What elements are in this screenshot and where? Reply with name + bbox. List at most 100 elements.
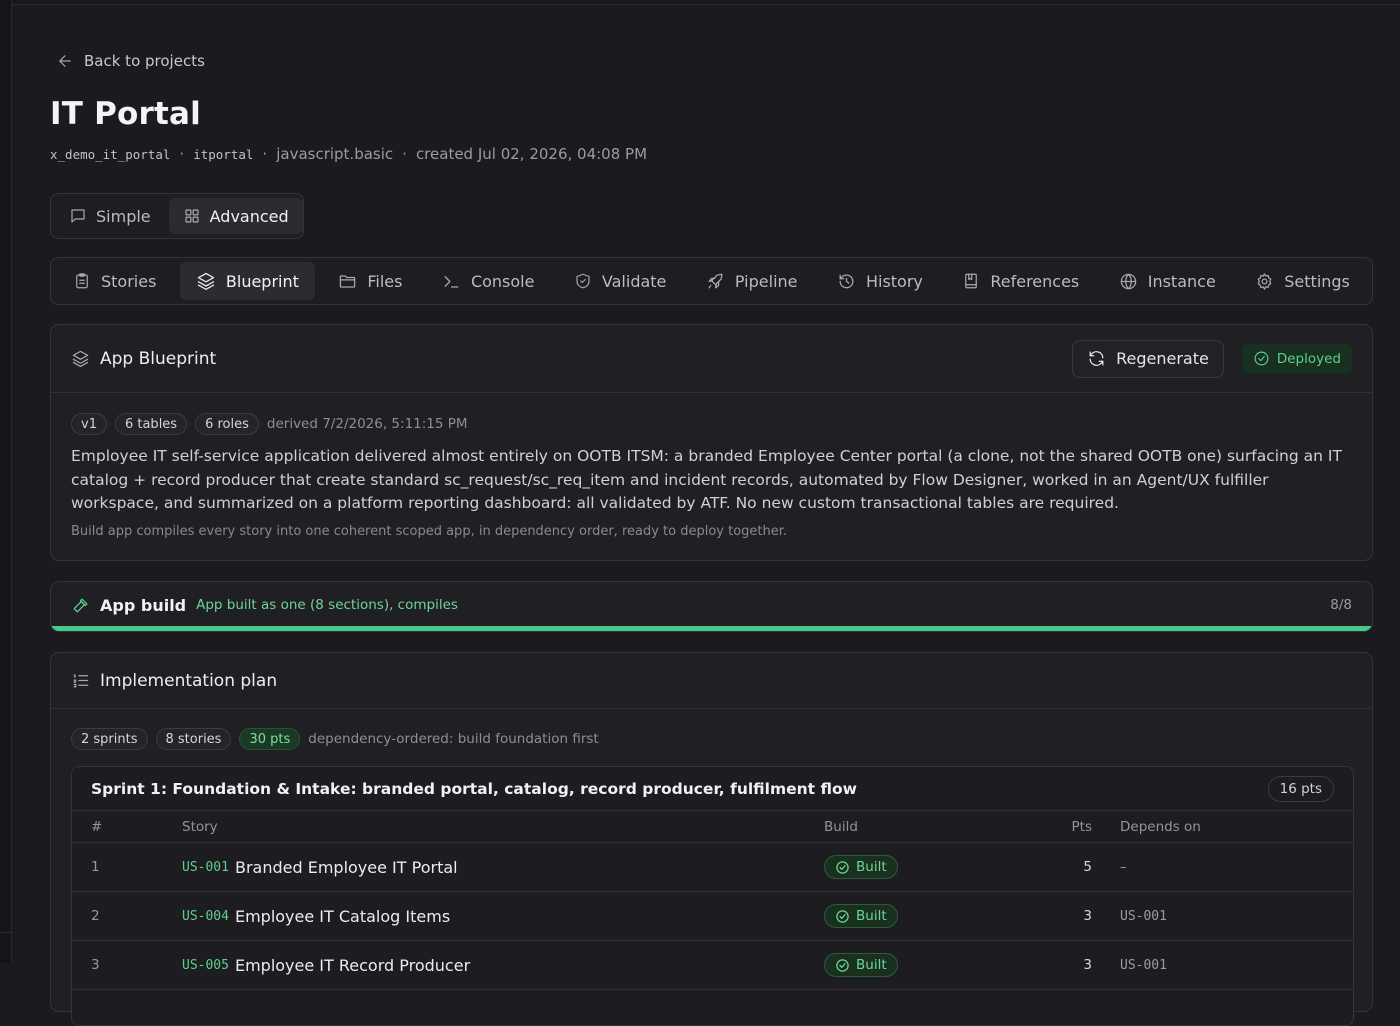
plan-header: Implementation plan	[51, 653, 1372, 709]
derived-timestamp: derived 7/2/2026, 5:11:15 PM	[266, 416, 468, 432]
column-header-build: Build	[824, 818, 858, 835]
blueprint-header: App Blueprint Regenerate Deployed	[51, 325, 1372, 393]
blueprint-stats: v1 6 tables 6 roles derived 7/2/2026, 5:…	[71, 413, 468, 435]
story-id[interactable]: US-001	[182, 860, 229, 875]
plan-stats: 2 sprints 8 stories 30 pts dependency-or…	[71, 728, 599, 750]
tables-badge: 6 tables	[114, 413, 188, 435]
clipboard-icon	[76, 273, 88, 289]
sprints-badge: 2 sprints	[71, 728, 148, 750]
story-cell: US-001 Branded Employee IT Portal	[182, 843, 458, 891]
build-status-badge: Built	[824, 953, 898, 977]
story-title: Branded Employee IT Portal	[234, 857, 458, 877]
back-link[interactable]: Back to projects	[56, 50, 205, 72]
version-badge: v1	[71, 413, 107, 435]
implementation-plan-card: Implementation plan 2 sprints 8 stories …	[50, 652, 1373, 1026]
blueprint-description: Employee IT self-service application del…	[71, 447, 1342, 512]
rail-divider	[0, 932, 12, 933]
project-meta: x_demo_it_portal · itportal · javascript…	[50, 144, 647, 164]
app-shell: Back to projects IT Portal x_demo_it_por…	[0, 0, 1400, 1026]
project-created: created Jul 02, 2026, 04:08 PM	[415, 145, 648, 163]
tab-history[interactable]: History	[821, 262, 939, 300]
story-cell: US-004 Employee IT Catalog Items	[182, 892, 450, 940]
shield-check-icon	[576, 273, 590, 289]
app-build-summary: App built as one (8 sections), compiles	[196, 597, 458, 613]
sprint-header: Sprint 1: Foundation & Intake: branded p…	[72, 767, 1353, 811]
points-badge: 30 pts	[239, 728, 301, 750]
terminal-icon	[444, 275, 459, 288]
project-scope: x_demo_it_portal	[50, 146, 171, 162]
project-prefix: itportal	[193, 146, 254, 162]
regenerate-button[interactable]: Regenerate	[1072, 339, 1224, 378]
tab-label: Validate	[601, 271, 667, 291]
blueprint-title: App Blueprint	[100, 348, 217, 369]
check-circle-icon	[836, 860, 849, 874]
app-build-progress-fill	[51, 626, 1372, 631]
history-icon	[839, 274, 854, 288]
status-badge: Deployed	[1241, 343, 1352, 374]
tab-blueprint[interactable]: Blueprint	[179, 262, 315, 300]
tab-files[interactable]: Files	[322, 262, 418, 300]
app-build-card: App build App built as one (8 sections),…	[50, 581, 1373, 632]
column-header-depends: Depends on	[1120, 818, 1201, 835]
tab-settings[interactable]: Settings	[1239, 262, 1366, 300]
table-row[interactable]: 1 US-001 Branded Employee IT Portal Buil…	[72, 843, 1353, 892]
app-build-count: 8/8	[1330, 597, 1352, 613]
build-cell: Built	[824, 941, 898, 989]
left-rail	[0, 0, 12, 963]
gear-icon	[1257, 272, 1272, 290]
build-cell: Built	[824, 843, 898, 891]
refresh-icon	[1089, 351, 1104, 366]
build-status-label: Built	[856, 859, 887, 875]
build-status-badge: Built	[824, 904, 898, 928]
tab-stories[interactable]: Stories	[57, 262, 172, 300]
rocket-icon	[708, 273, 723, 288]
tab-instance[interactable]: Instance	[1103, 262, 1232, 300]
back-link-label: Back to projects	[84, 52, 205, 70]
stories-badge: 8 stories	[155, 728, 232, 750]
layers-icon	[72, 350, 89, 368]
tab-validate[interactable]: Validate	[558, 262, 682, 300]
mode-toggle: Simple Advanced	[50, 193, 304, 239]
meta-separator: ·	[179, 145, 185, 163]
regenerate-label: Regenerate	[1116, 349, 1209, 368]
mode-simple-label: Simple	[96, 206, 151, 226]
plan-title: Implementation plan	[100, 670, 278, 691]
tab-label: History	[865, 271, 923, 291]
project-template: javascript.basic	[276, 145, 394, 163]
tab-bar: Stories Blueprint Files Console Validate…	[50, 257, 1373, 305]
sprint-section: Sprint 1: Foundation & Intake: branded p…	[71, 766, 1354, 1026]
blueprint-card: App Blueprint Regenerate Deployed v1 6 t…	[50, 324, 1373, 561]
story-id[interactable]: US-005	[182, 958, 229, 973]
table-row[interactable]: 3 US-005 Employee IT Record Producer Bui…	[72, 941, 1353, 990]
plan-ordering: dependency-ordered: build foundation fir…	[308, 731, 599, 747]
table-row[interactable]: 2 US-004 Employee IT Catalog Items Built…	[72, 892, 1353, 941]
tab-label: Files	[367, 271, 403, 291]
column-header-pts: Pts	[1071, 818, 1092, 835]
points-cell: 3	[1083, 908, 1092, 924]
meta-separator: ·	[402, 145, 407, 163]
message-square-icon	[71, 209, 85, 223]
points-cell: 5	[1083, 859, 1092, 875]
globe-icon	[1120, 273, 1136, 289]
tab-label: Pipeline	[734, 271, 798, 291]
hammer-icon	[73, 598, 88, 612]
tab-label: Settings	[1284, 271, 1350, 291]
mode-advanced-button[interactable]: Advanced	[168, 198, 303, 234]
build-status-label: Built	[856, 908, 887, 924]
mode-simple-button[interactable]: Simple	[55, 198, 165, 234]
check-circle-icon	[836, 909, 849, 923]
tab-label: Console	[470, 271, 535, 291]
depends-cell: –	[1120, 859, 1127, 875]
tab-label: Instance	[1147, 271, 1216, 291]
meta-separator: ·	[262, 145, 268, 163]
tab-pipeline[interactable]: Pipeline	[690, 262, 814, 300]
tab-label: References	[990, 271, 1080, 291]
tab-references[interactable]: References	[946, 262, 1095, 300]
column-header-story: Story	[182, 818, 218, 835]
blueprint-note: Build app compiles every story into one …	[71, 524, 788, 539]
build-status-label: Built	[856, 957, 887, 973]
story-id[interactable]: US-004	[182, 909, 229, 924]
depends-cell: US-001	[1120, 957, 1167, 973]
tab-console[interactable]: Console	[426, 262, 551, 300]
row-number: 3	[91, 957, 100, 973]
